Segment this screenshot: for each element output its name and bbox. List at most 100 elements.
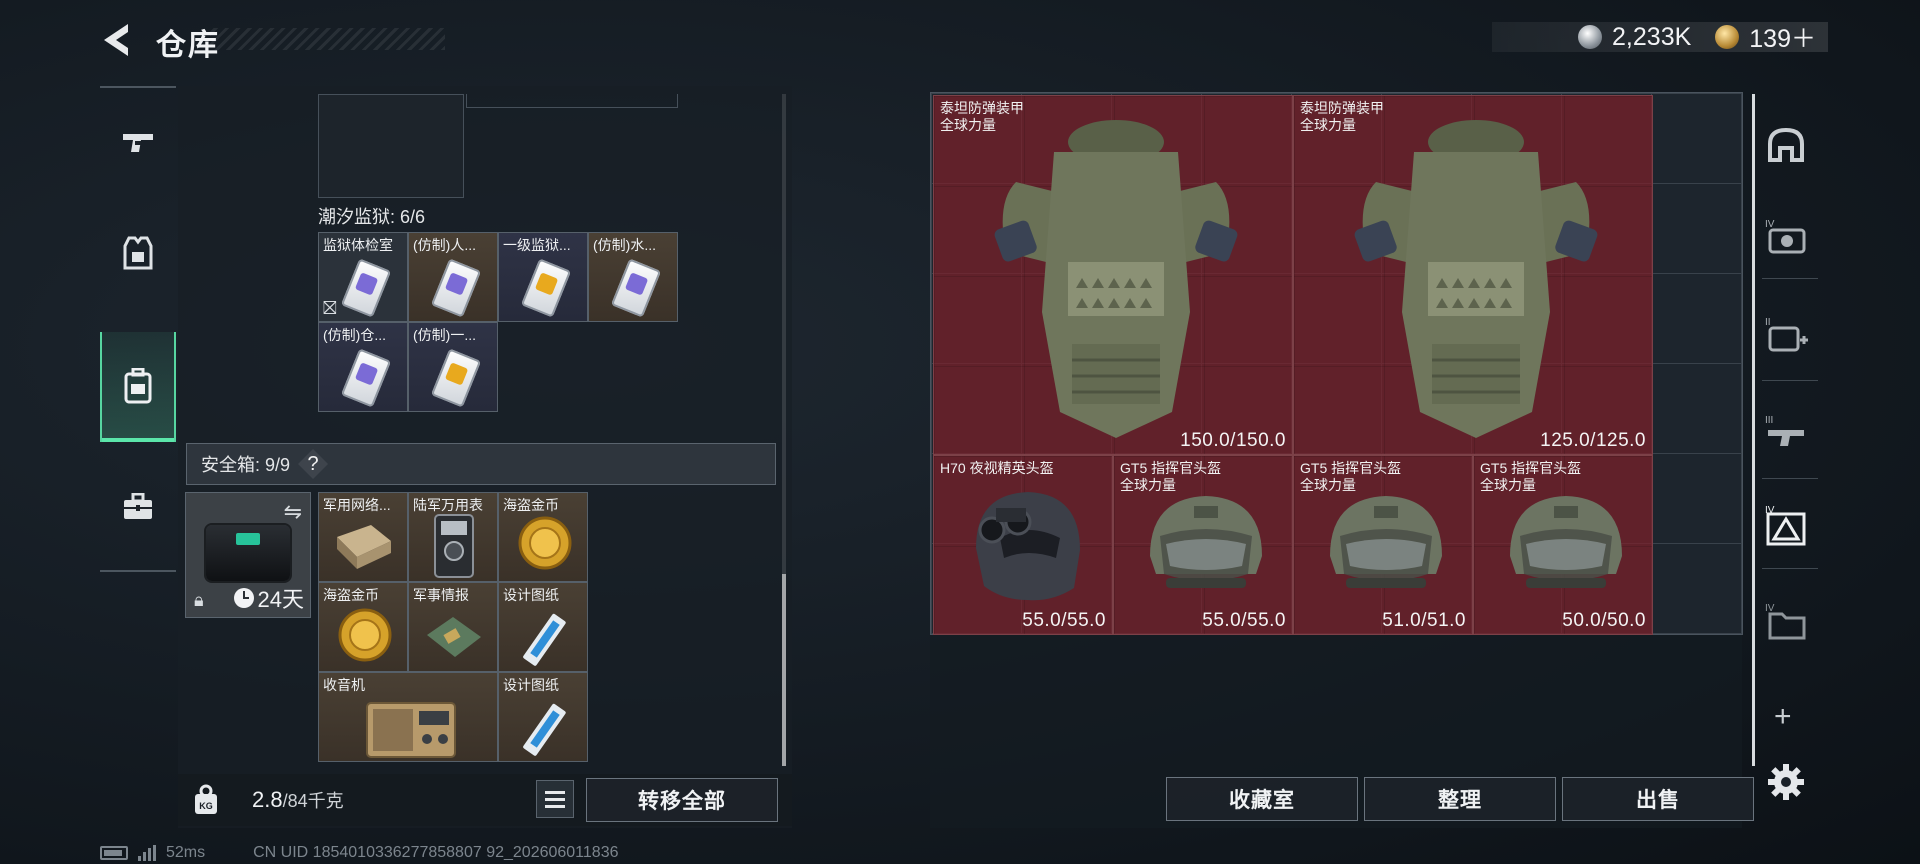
safebox-item[interactable]: 设计图纸 [498, 672, 588, 762]
commander-helmet-icon [1150, 496, 1262, 588]
item-name: 监狱体检室 [323, 237, 393, 253]
keycard-icon [340, 258, 392, 318]
keycard-icon [340, 348, 392, 408]
body-armor-icon [1354, 120, 1598, 438]
level-iv-camera-icon[interactable]: IV [1762, 212, 1810, 260]
keycard-slot[interactable]: (仿制)仓... [318, 322, 408, 412]
helmet-item[interactable]: GT5 指挥官头盔 全球力量 55.0/55.0 [1113, 455, 1293, 635]
item-name: H70 夜视精英头盔 [940, 460, 1054, 476]
durability-value: 125.0/125.0 [1540, 430, 1646, 451]
armor-item[interactable]: 泰坦防弹装甲 全球力量 150.0/150.0 [933, 95, 1293, 455]
commander-helmet-icon [1510, 496, 1622, 588]
keycard-icon [520, 258, 572, 318]
helmet-item[interactable]: GT5 指挥官头盔 全球力量 50.0/50.0 [1473, 455, 1653, 635]
helmet-item[interactable]: GT5 指挥官头盔 全球力量 51.0/51.0 [1293, 455, 1473, 635]
strip-divider [1762, 380, 1818, 381]
svg-text:IV: IV [1765, 219, 1775, 230]
sell-button[interactable]: 出售 [1562, 777, 1754, 821]
nav-item-backpack[interactable] [100, 332, 176, 442]
safebox-case-slot[interactable]: ⇋ 🔒︎ 24天 [185, 492, 311, 618]
equipment-grid: 泰坦防弹装甲 全球力量 150.0/150.0 泰坦防弹装甲 全球力量 125.… [930, 92, 1743, 635]
weight-max: /84千克 [282, 791, 344, 811]
add-slot-icon[interactable]: + [1774, 700, 1792, 734]
no-trade-icon: ⛝ [323, 298, 337, 318]
strip-divider [1762, 478, 1818, 479]
settings-gear-icon[interactable] [1766, 762, 1806, 802]
currency-bar: 2,233K 139＋ [1492, 19, 1828, 55]
armor-vest-icon [123, 236, 153, 270]
item-name: 一级监狱... [503, 237, 571, 253]
helmet-slot-icon[interactable] [1762, 120, 1810, 168]
safebox-item[interactable]: 陆军万用表 [408, 492, 498, 582]
keycard-slot[interactable]: 监狱体检室 ⛝ [318, 232, 408, 322]
level-iv-folder-icon[interactable]: IV [1762, 596, 1810, 644]
level-ii-medkit-icon[interactable]: II [1762, 310, 1810, 358]
level-iv-armor-crate-icon[interactable]: IV [1762, 500, 1810, 548]
swap-icon[interactable]: ⇋ [284, 499, 302, 525]
item-name: (仿制)一... [413, 327, 476, 343]
durability-value: 55.0/55.0 [1202, 610, 1286, 631]
svg-text:III: III [1765, 415, 1773, 426]
keycard-slot[interactable]: 一级监狱... [498, 232, 588, 322]
equipment-scrollbar[interactable] [1752, 94, 1755, 766]
gold-currency-value[interactable]: 139＋ [1749, 19, 1816, 55]
inventory-scroll-thumb[interactable] [782, 574, 786, 766]
safebox-item-grid: 军用网络... 陆军万用表 海盗金币 海盗金币 军事情报 设计图纸 收音机 设计… [318, 492, 590, 764]
gun-icon [123, 134, 153, 152]
safebox-item[interactable]: 海盗金币 [498, 492, 588, 582]
level-iii-gun-icon[interactable]: III [1762, 408, 1810, 456]
safebox-item[interactable]: 军用网络... [318, 492, 408, 582]
helmet-item[interactable]: H70 夜视精英头盔 55.0/55.0 [933, 455, 1113, 635]
weight-icon: KG [195, 784, 217, 814]
page-title: 仓库 [156, 29, 220, 62]
blueprint-icon [523, 613, 566, 666]
nav-item-weapons[interactable] [100, 88, 176, 198]
keycard-icon [610, 258, 662, 318]
item-name: 泰坦防弹装甲 全球力量 [940, 100, 1024, 133]
item-name: 海盗金币 [503, 497, 559, 513]
gold-coin-icon [1715, 25, 1740, 49]
body-armor-icon [994, 120, 1238, 438]
multimeter-icon [434, 514, 474, 578]
intel-circuit-icon [427, 617, 481, 657]
night-vision-helmet-icon [976, 492, 1080, 601]
armor-item[interactable]: 泰坦防弹装甲 全球力量 125.0/125.0 [1293, 95, 1653, 455]
item-name: (仿制)人... [413, 237, 476, 253]
item-name: (仿制)仓... [323, 327, 386, 343]
transfer-all-button[interactable]: 转移全部 [586, 778, 778, 822]
battery-icon [100, 846, 128, 860]
strip-divider [1762, 278, 1818, 279]
list-view-button[interactable] [536, 780, 574, 818]
signal-icon [138, 845, 156, 861]
collection-button[interactable]: 收藏室 [1166, 777, 1358, 821]
nav-item-armor[interactable] [100, 198, 176, 308]
keycard-slot[interactable]: (仿制)水... [588, 232, 678, 322]
safebox-item[interactable]: 收音机 [318, 672, 498, 762]
days-remaining: 24天 [257, 587, 304, 612]
backpack-icon [124, 368, 152, 404]
svg-text:II: II [1765, 317, 1771, 328]
keycard-slot[interactable]: (仿制)人... [408, 232, 498, 322]
safebox-item[interactable]: 设计图纸 [498, 582, 588, 672]
radio-icon [366, 702, 456, 758]
durability-value: 55.0/55.0 [1022, 610, 1106, 631]
svg-text:IV: IV [1765, 603, 1775, 614]
title-decoration [210, 28, 445, 50]
durability-value: 50.0/50.0 [1562, 610, 1646, 631]
safebox-item[interactable]: 海盗金币 [318, 582, 408, 672]
category-nav [100, 86, 176, 572]
item-name: 军用网络... [323, 497, 391, 513]
help-button[interactable]: ? [298, 449, 329, 479]
safebox-case-icon [206, 525, 290, 581]
clock-icon [233, 588, 254, 608]
safebox-item[interactable]: 军事情报 [408, 582, 498, 672]
sort-button[interactable]: 整理 [1364, 777, 1556, 821]
empty-container-slot[interactable] [318, 94, 464, 198]
safebox-header: 安全箱: 9/9 ? [186, 443, 776, 485]
item-name: GT5 指挥官头盔 全球力量 [1480, 460, 1582, 493]
nav-item-cases[interactable] [100, 452, 176, 562]
weight-readout: 2.8/84千克 [252, 787, 344, 813]
keycard-slot[interactable]: (仿制)一... [408, 322, 498, 412]
back-arrow-icon[interactable] [98, 20, 138, 60]
durability-value: 150.0/150.0 [1180, 430, 1286, 451]
